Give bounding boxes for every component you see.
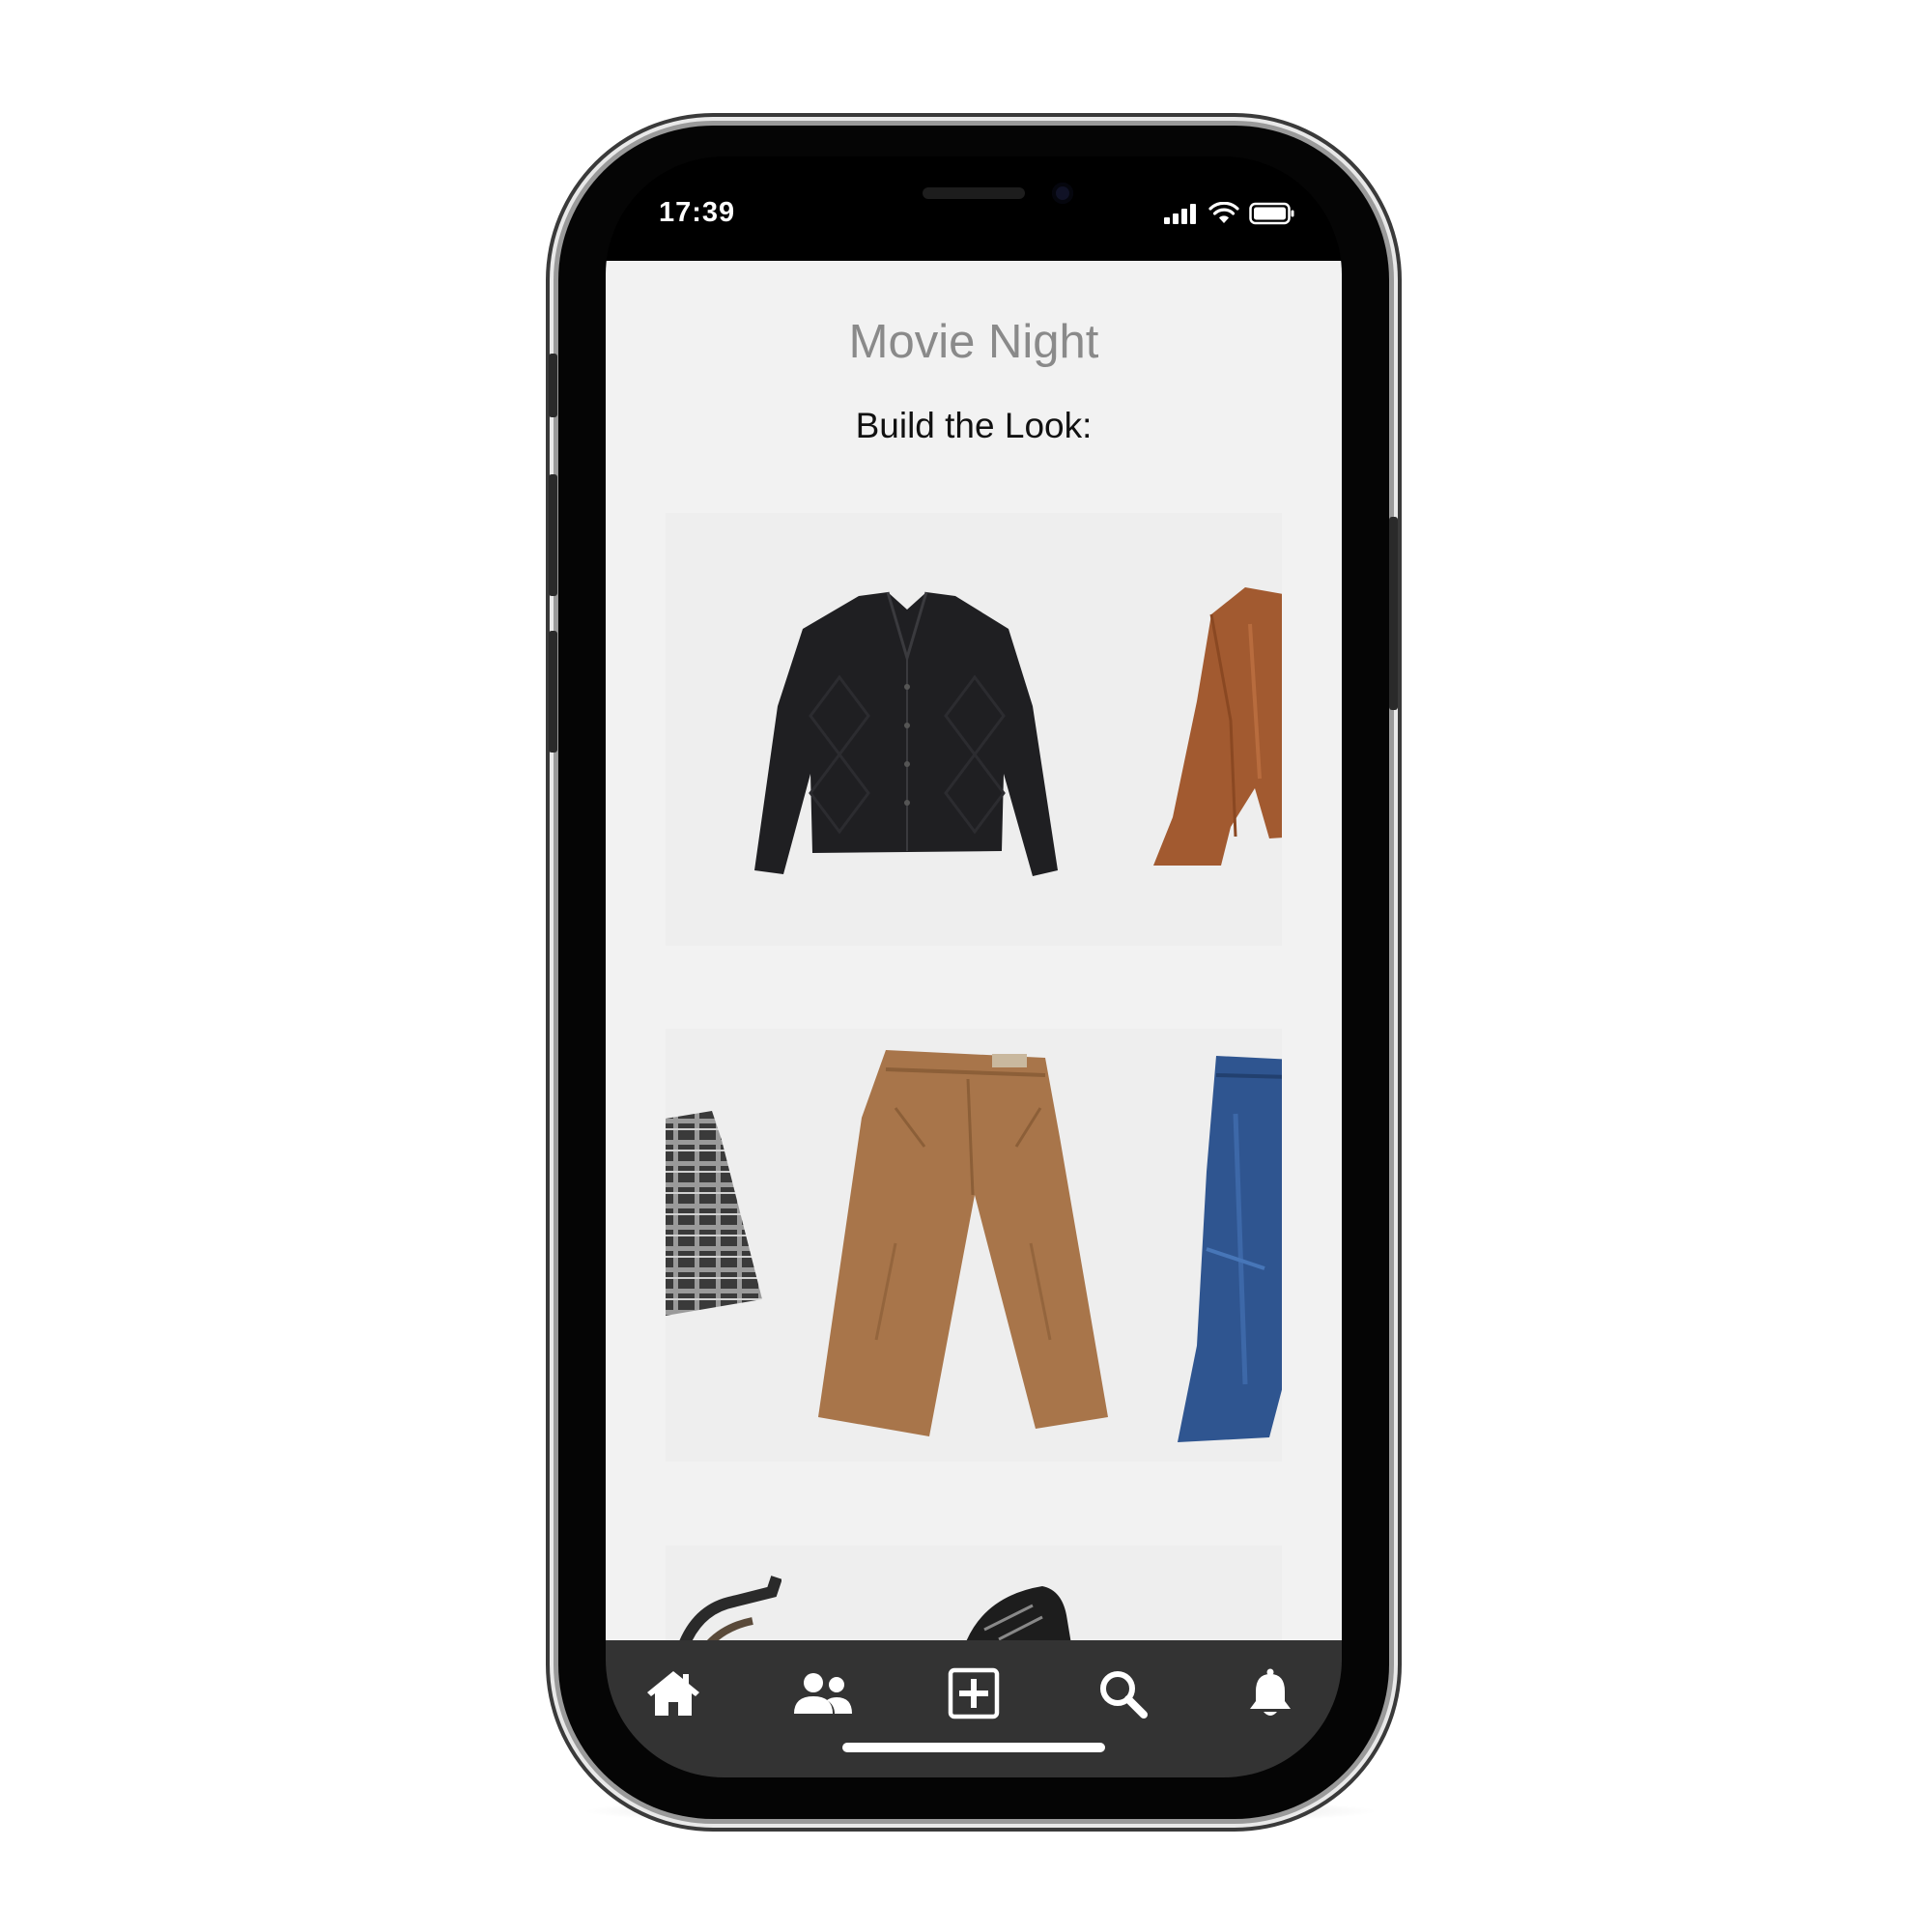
volume-up-button xyxy=(549,474,557,596)
black-cardigan[interactable] xyxy=(743,590,1071,890)
page-subtitle: Build the Look: xyxy=(855,406,1093,445)
status-icons xyxy=(1164,199,1295,228)
nav-friends[interactable] xyxy=(789,1660,857,1727)
status-time: 17:39 xyxy=(659,197,736,228)
bell-icon xyxy=(1250,1668,1291,1716)
users-icon xyxy=(794,1673,852,1714)
bottom-nav xyxy=(606,1640,1342,1777)
power-button xyxy=(1389,517,1398,710)
signal-icon xyxy=(1164,204,1196,224)
sandal[interactable] xyxy=(666,1573,781,1640)
home-icon xyxy=(647,1671,699,1716)
black-sneakers[interactable] xyxy=(955,1577,1197,1640)
blue-jeans[interactable] xyxy=(1178,1056,1282,1442)
search-icon xyxy=(1100,1671,1148,1719)
shoes-carousel[interactable] xyxy=(666,1546,1282,1640)
wifi-icon xyxy=(1208,202,1239,223)
nav-search[interactable] xyxy=(1089,1660,1156,1727)
bottoms-carousel[interactable] xyxy=(666,1029,1282,1462)
nav-notifications[interactable] xyxy=(1236,1660,1304,1727)
mute-switch xyxy=(549,354,557,417)
tops-carousel[interactable] xyxy=(666,513,1282,946)
battery-icon xyxy=(1249,202,1294,225)
tan-wide-leg-pants[interactable] xyxy=(818,1050,1108,1446)
front-camera xyxy=(1052,183,1073,204)
status-bar: 17:39 xyxy=(606,156,1342,261)
earpiece-speaker xyxy=(923,187,1025,199)
phone-screen: 17:39 Movie Night Build the Look: xyxy=(606,156,1342,1777)
plus-square-icon xyxy=(948,1667,1000,1719)
plaid-skirt[interactable] xyxy=(666,1111,772,1319)
home-indicator[interactable] xyxy=(842,1743,1105,1752)
nav-add[interactable] xyxy=(940,1660,1008,1727)
nav-home[interactable] xyxy=(639,1660,707,1727)
volume-down-button xyxy=(549,631,557,753)
page-title: Movie Night xyxy=(848,316,1099,368)
rust-blouse[interactable] xyxy=(1153,585,1282,875)
outfit-builder-screen: Movie Night Build the Look: xyxy=(606,261,1342,1640)
